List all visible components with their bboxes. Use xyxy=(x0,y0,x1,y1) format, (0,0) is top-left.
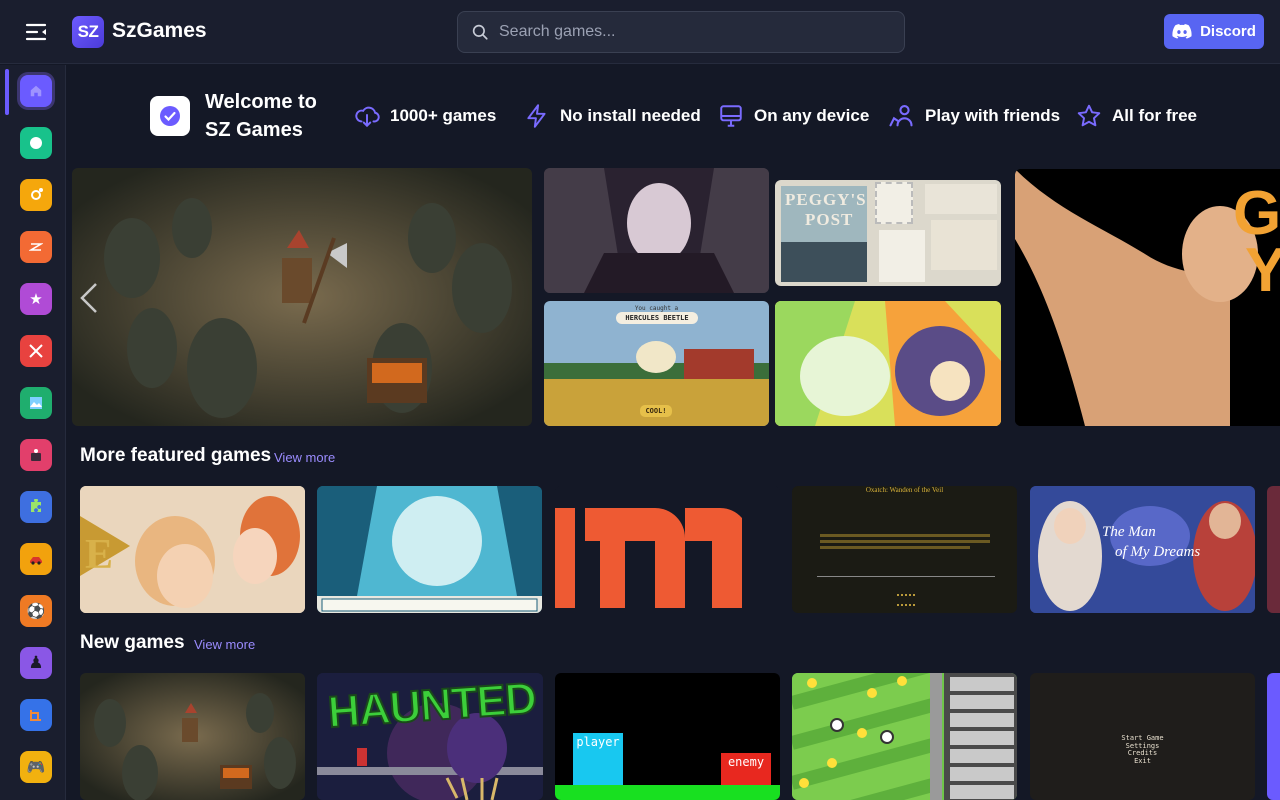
hero-game-peggys-post-tile[interactable]: PEGGY'S POST xyxy=(775,180,1001,286)
sidebar-item-puzzle[interactable] xyxy=(20,491,52,523)
feature-no-install: No install needed xyxy=(524,102,701,130)
new-game-player-enemy-tile[interactable]: player enemy xyxy=(555,673,780,800)
sidebar-active-indicator xyxy=(5,69,9,115)
hero-game-girl-tile[interactable] xyxy=(544,168,769,293)
featured-game-logo-tile[interactable] xyxy=(555,486,780,613)
sidebar-item-adventure[interactable] xyxy=(20,387,52,419)
welcome-line2: SZ Games xyxy=(205,119,303,141)
feature-label: 1000+ games xyxy=(390,106,497,125)
sidebar-item-controller[interactable]: 🎮 xyxy=(20,751,52,783)
featured-view-more-link[interactable]: View more xyxy=(274,450,335,465)
hero-game-beetle-tile[interactable]: You caught a HERCULES BEETLE COOL! xyxy=(544,301,769,426)
star-icon xyxy=(1077,104,1101,127)
hero-game-gnome-tile[interactable] xyxy=(72,168,532,426)
new-section-title: New games xyxy=(80,632,185,653)
menu-collapse-icon[interactable] xyxy=(24,20,48,44)
monitor-icon xyxy=(720,105,742,127)
featured-section-title: More featured games xyxy=(80,445,272,466)
new-game-menu-tile[interactable]: Start Game Settings Credits Exit xyxy=(1030,673,1255,800)
sidebar: ★ ⚽ ♟ 🎮 xyxy=(0,65,66,800)
hero-game-muscle-tile[interactable]: GY xyxy=(1015,169,1280,426)
sidebar-item-building[interactable] xyxy=(20,699,52,731)
search-icon xyxy=(472,24,488,40)
svg-text:The Man: The Man xyxy=(1102,524,1156,540)
feature-any-device: On any device xyxy=(718,102,869,130)
new-view-more-link[interactable]: View more xyxy=(194,637,255,652)
welcome-title: Welcome to SZ Games xyxy=(205,88,335,144)
menu-exit: Exit xyxy=(1134,756,1151,765)
player-label: player xyxy=(576,735,620,749)
discord-label: Discord xyxy=(1200,23,1256,40)
sidebar-item-home[interactable] xyxy=(20,75,52,107)
feature-label: On any device xyxy=(754,106,870,125)
sidebar-item-updated[interactable] xyxy=(20,231,52,263)
discord-icon xyxy=(1172,24,1192,39)
svg-text:E: E xyxy=(85,532,113,578)
cloud-download-icon xyxy=(355,106,380,128)
top-bar: SZ SzGames Discord xyxy=(0,0,1280,64)
featured-game-text-tile[interactable]: Oxatch: Wanden of the Veil xyxy=(792,486,1017,613)
featured-game-man-of-dreams-tile[interactable]: The Man of My Dreams xyxy=(1030,486,1255,613)
peggy-subtitle: POST xyxy=(805,210,854,229)
search-input[interactable] xyxy=(499,23,879,41)
logo[interactable]: SZ xyxy=(72,16,104,48)
discord-button[interactable]: Discord xyxy=(1164,14,1264,49)
beetle-cool-button: COOL! xyxy=(640,405,672,417)
enemy-label: enemy xyxy=(727,755,765,769)
svg-text:of My Dreams: of My Dreams xyxy=(1115,544,1200,560)
beetle-name: HERCULES BEETLE xyxy=(616,312,698,324)
verified-badge-icon xyxy=(150,96,190,136)
new-game-gnome-tile[interactable] xyxy=(80,673,305,800)
sidebar-item-arcade[interactable] xyxy=(20,439,52,471)
oxatch-title: Oxatch: Wanden of the Veil xyxy=(865,486,944,494)
new-game-next-tile[interactable] xyxy=(1267,673,1280,800)
brand-name[interactable]: SzGames xyxy=(112,19,207,43)
sidebar-item-racing[interactable] xyxy=(20,543,52,575)
welcome-line1: Welcome to xyxy=(205,91,317,113)
carousel-prev-icon[interactable] xyxy=(78,282,100,314)
peggy-title: PEGGY'S xyxy=(785,190,867,209)
new-game-field-tile[interactable] xyxy=(792,673,1017,800)
sidebar-item-sports[interactable]: ⚽ xyxy=(20,595,52,627)
feature-label: All for free xyxy=(1112,106,1198,125)
sidebar-item-strategy[interactable]: ♟ xyxy=(20,647,52,679)
users-icon xyxy=(889,105,913,127)
feature-label: Play with friends xyxy=(925,106,1061,125)
featured-game-anime-tile[interactable]: E xyxy=(80,486,305,613)
feature-friends: Play with friends xyxy=(887,102,1060,130)
featured-game-next-tile[interactable] xyxy=(1267,486,1280,613)
svg-text:Y: Y xyxy=(1245,236,1280,305)
featured-game-blue-anime-tile[interactable] xyxy=(317,486,542,613)
sidebar-item-trending[interactable] xyxy=(20,179,52,211)
feature-free: All for free xyxy=(1076,102,1197,130)
search-bar[interactable] xyxy=(457,11,905,53)
new-game-haunted-tile[interactable]: HAUNTED xyxy=(317,673,543,800)
sidebar-item-new[interactable] xyxy=(20,127,52,159)
sidebar-item-originals[interactable]: ★ xyxy=(20,283,52,315)
hero-game-cats-tile[interactable] xyxy=(775,301,1001,426)
lightning-icon xyxy=(527,104,546,128)
feature-label: No install needed xyxy=(560,106,701,125)
sidebar-item-action[interactable] xyxy=(20,335,52,367)
feature-games: 1000+ games xyxy=(354,102,496,130)
beetle-caption: You caught a xyxy=(634,305,679,312)
